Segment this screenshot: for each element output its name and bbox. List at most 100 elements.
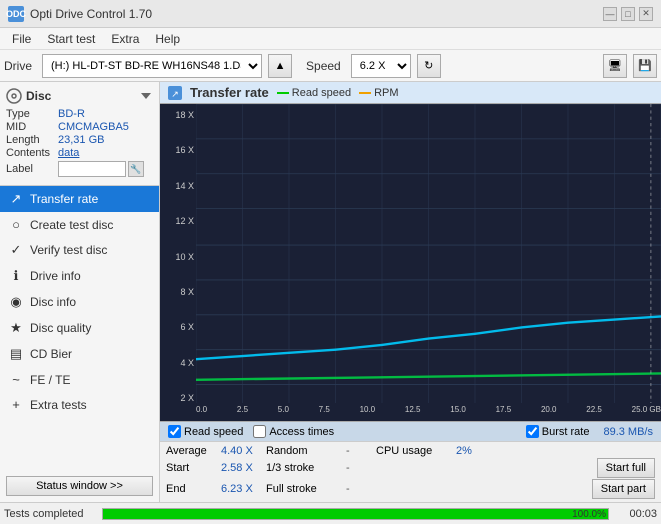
chart-plot: 0.0 2.5 5.0 7.5 10.0 12.5 15.0 17.5 20.0… [196,104,661,421]
y-label-14: 14 X [162,181,194,191]
status-time: 00:03 [617,508,657,520]
app-title: Opti Drive Control 1.70 [30,7,152,21]
app-icon: ODC [8,6,24,22]
close-button[interactable]: ✕ [639,7,653,21]
nav-verify-test-disc[interactable]: ✓ Verify test disc [0,237,159,263]
nav-cd-bier[interactable]: ▤ CD Bier [0,341,159,367]
chart-svg [196,104,661,421]
nav-create-test-disc[interactable]: ○ Create test disc [0,212,159,237]
access-times-checkbox[interactable] [253,425,266,438]
stroke-13-label: 1/3 stroke [266,462,346,474]
drive-info-icon: ℹ [8,268,24,284]
drive-label: Drive [4,59,32,73]
chart-wrapper: 18 X 16 X 14 X 12 X 10 X 8 X 6 X 4 X 2 X [160,104,661,421]
access-times-checkbox-label: Access times [269,426,334,438]
maximize-button[interactable]: □ [621,7,635,21]
y-label-8: 8 X [162,287,194,297]
y-axis-labels: 18 X 16 X 14 X 12 X 10 X 8 X 6 X 4 X 2 X [160,104,196,421]
menu-extra[interactable]: Extra [103,30,147,48]
y-label-2: 2 X [162,393,194,403]
burst-rate-checkbox[interactable] [526,425,539,438]
cpu-usage-value: 2% [456,445,472,457]
contents-label: Contents [6,147,58,159]
drive-select[interactable]: (H:) HL-DT-ST BD-RE WH16NS48 1.D3 [42,54,262,78]
x-label-75: 7.5 [319,405,330,419]
tool-btn-1[interactable]: 🖥 [603,54,627,78]
length-value: 23,31 GB [58,134,104,146]
start-part-button[interactable]: Start part [592,479,655,499]
legend-read-color [277,92,289,94]
menu-start-test[interactable]: Start test [39,30,103,48]
x-label-250: 25.0 GB [632,405,661,419]
chart-header-icon: ↗ [168,86,182,100]
nav-fe-te[interactable]: ~ FE / TE [0,367,159,392]
label-edit-btn[interactable]: 🔧 [128,161,144,177]
nav-disc-info-label: Disc info [30,295,76,309]
label-input[interactable] [58,161,126,177]
start-full-button[interactable]: Start full [597,458,655,478]
type-label: Type [6,108,58,120]
length-label: Length [6,134,58,146]
progress-text: 100.0% [572,509,606,521]
disc-icon [6,88,22,104]
svg-text:↗: ↗ [171,89,179,99]
chart-checkboxes: Read speed Access times Burst rate 89.3 … [160,421,661,441]
legend-rpm-color [359,92,371,94]
x-label-200: 20.0 [541,405,557,419]
fe-te-icon: ~ [8,372,24,387]
disc-section-title: Disc [26,89,51,103]
sidebar: Disc Type BD-R MID CMCMAGBA5 Length 23,3… [0,82,160,502]
mid-label: MID [6,121,58,133]
cd-bier-icon: ▤ [8,346,24,362]
chart-title: Transfer rate [190,85,269,100]
start-value: 2.58 X [221,462,266,474]
x-label-25: 2.5 [237,405,248,419]
speed-label: Speed [306,59,341,73]
status-bar: Tests completed 100.0% 00:03 [0,502,661,524]
create-disc-icon: ○ [8,217,24,232]
nav-items: ↗ Transfer rate ○ Create test disc ✓ Ver… [0,186,159,470]
x-label-175: 17.5 [496,405,512,419]
full-stroke-label: Full stroke [266,483,346,495]
contents-value[interactable]: data [58,147,79,159]
menu-help[interactable]: Help [147,30,188,48]
nav-cd-bier-label: CD Bier [30,347,72,361]
nav-disc-info[interactable]: ◉ Disc info [0,289,159,315]
label-label: Label [6,163,58,175]
chart-header: ↗ Transfer rate Read speed RPM [160,82,661,104]
eject-button[interactable]: ▲ [268,54,292,78]
nav-fe-te-label: FE / TE [30,373,70,387]
nav-disc-quality-label: Disc quality [30,321,91,335]
menu-bar: File Start test Extra Help [0,28,661,50]
legend-read-label: Read speed [292,87,351,99]
progress-bar [103,509,608,519]
legend-rpm-label: RPM [374,87,398,99]
checkbox-access-times[interactable]: Access times [253,425,334,438]
nav-extra-tests[interactable]: + Extra tests [0,392,159,417]
x-label-0: 0.0 [196,405,207,419]
menu-file[interactable]: File [4,30,39,48]
progress-container: 100.0% [102,508,609,520]
nav-transfer-rate[interactable]: ↗ Transfer rate [0,186,159,212]
checkbox-read-speed[interactable]: Read speed [168,425,243,438]
tool-btn-2[interactable]: 💾 [633,54,657,78]
y-label-18: 18 X [162,110,194,120]
read-speed-checkbox[interactable] [168,425,181,438]
checkbox-burst-rate[interactable]: Burst rate [526,425,590,438]
main-layout: Disc Type BD-R MID CMCMAGBA5 Length 23,3… [0,82,661,502]
minimize-button[interactable]: — [603,7,617,21]
refresh-button[interactable]: ↻ [417,54,441,78]
nav-disc-quality[interactable]: ★ Disc quality [0,315,159,341]
disc-quality-icon: ★ [8,320,24,336]
random-label: Random [266,445,346,457]
status-window-btn[interactable]: Status window >> [6,476,153,496]
nav-drive-info[interactable]: ℹ Drive info [0,263,159,289]
title-bar: ODC Opti Drive Control 1.70 — □ ✕ [0,0,661,28]
end-label: End [166,483,221,495]
start-label: Start [166,462,221,474]
speed-select[interactable]: 6.2 X [351,54,411,78]
nav-verify-disc-label: Verify test disc [30,243,107,257]
verify-disc-icon: ✓ [8,242,24,258]
average-value: 4.40 X [221,445,266,457]
full-stroke-value: - [346,483,592,495]
